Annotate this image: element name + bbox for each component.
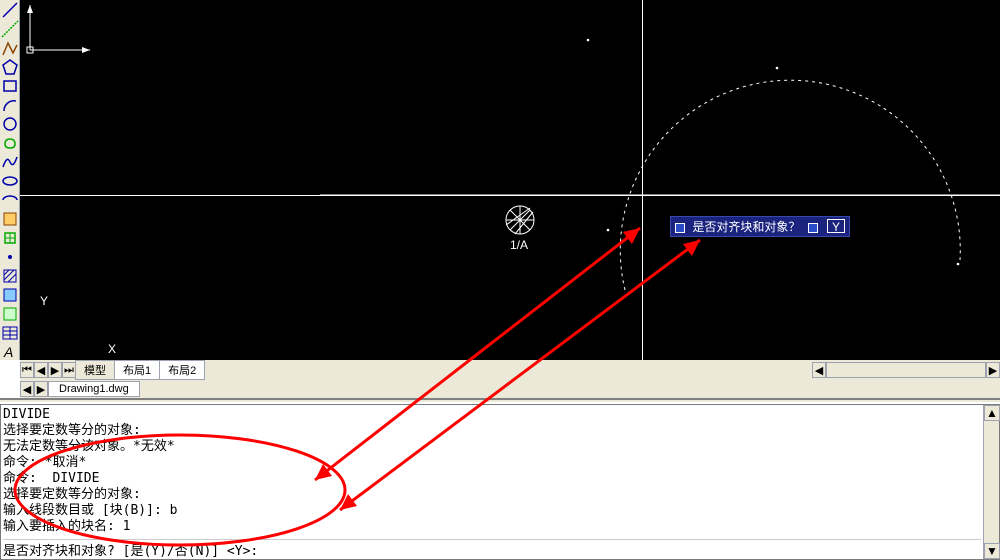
tool-polygon-icon[interactable] [1, 58, 19, 76]
tool-circle-icon[interactable] [1, 115, 19, 133]
hscroll-track[interactable] [826, 362, 986, 378]
tool-ellipse-icon[interactable] [1, 172, 19, 190]
tool-hatch-icon[interactable] [1, 267, 19, 285]
tab-nav-next-icon[interactable]: ▶ [48, 362, 62, 378]
file-tab[interactable]: Drawing1.dwg [48, 381, 140, 397]
scroll-down-icon[interactable]: ▼ [984, 543, 1000, 559]
tool-spline-icon[interactable] [1, 153, 19, 171]
tab-layout2[interactable]: 布局2 [159, 360, 205, 380]
file-nav-prev-icon[interactable]: ◀ [20, 381, 34, 397]
command-scrollbar[interactable]: ▲ ▼ [983, 405, 999, 559]
ucs-icon [20, 0, 1000, 360]
tool-block-icon[interactable] [1, 229, 19, 247]
tool-revcloud-icon[interactable] [1, 134, 19, 152]
file-tabs: ◀ ▶ Drawing1.dwg [20, 380, 1000, 398]
tool-polyline-icon[interactable] [1, 39, 19, 57]
tool-region-icon[interactable] [1, 305, 19, 323]
command-window: DIVIDE 选择要定数等分的对象: 无法定数等分该对象。*无效* 命令: *取… [0, 404, 1000, 560]
tool-ellipsearc-icon[interactable] [1, 191, 19, 209]
tab-nav-first-icon[interactable]: ⏮ [20, 362, 34, 378]
tab-model[interactable]: 模型 [75, 360, 115, 380]
ucs-x-label: X [108, 342, 116, 356]
tool-gradient-icon[interactable] [1, 286, 19, 304]
model-viewport[interactable]: 1/A 是否对齐块和对象？ Y X Y [20, 0, 1000, 360]
file-nav-next-icon[interactable]: ▶ [34, 381, 48, 397]
scroll-up-icon[interactable]: ▲ [984, 405, 1000, 421]
tab-nav-prev-icon[interactable]: ◀ [34, 362, 48, 378]
ucs-y-label: Y [40, 294, 48, 308]
svg-text:A: A [3, 344, 13, 360]
command-prompt[interactable]: 是否对齐块和对象? [是(Y)/否(N)] <Y>: [3, 539, 981, 557]
tool-rect-icon[interactable] [1, 77, 19, 95]
draw-toolbar: A [0, 0, 20, 360]
hscroll-left-icon[interactable]: ◀ [812, 362, 826, 378]
hscroll-right-icon[interactable]: ▶ [986, 362, 1000, 378]
tool-arc-icon[interactable] [1, 96, 19, 114]
tab-nav-last-icon[interactable]: ⏭ [62, 362, 76, 378]
layout-tabs: ⏮ ◀ ▶ ⏭ 模型 布局1 布局2 ◀ ▶ [20, 360, 1000, 380]
tool-line-icon[interactable] [1, 1, 19, 19]
tab-layout1[interactable]: 布局1 [114, 360, 160, 380]
tool-table-icon[interactable] [1, 324, 19, 342]
tool-xline-icon[interactable] [1, 20, 19, 38]
tool-point-icon[interactable] [1, 248, 19, 266]
tool-text-icon[interactable]: A [1, 343, 19, 361]
command-history[interactable]: DIVIDE 选择要定数等分的对象: 无法定数等分该对象。*无效* 命令: *取… [3, 407, 981, 537]
tool-insert-icon[interactable] [1, 210, 19, 228]
